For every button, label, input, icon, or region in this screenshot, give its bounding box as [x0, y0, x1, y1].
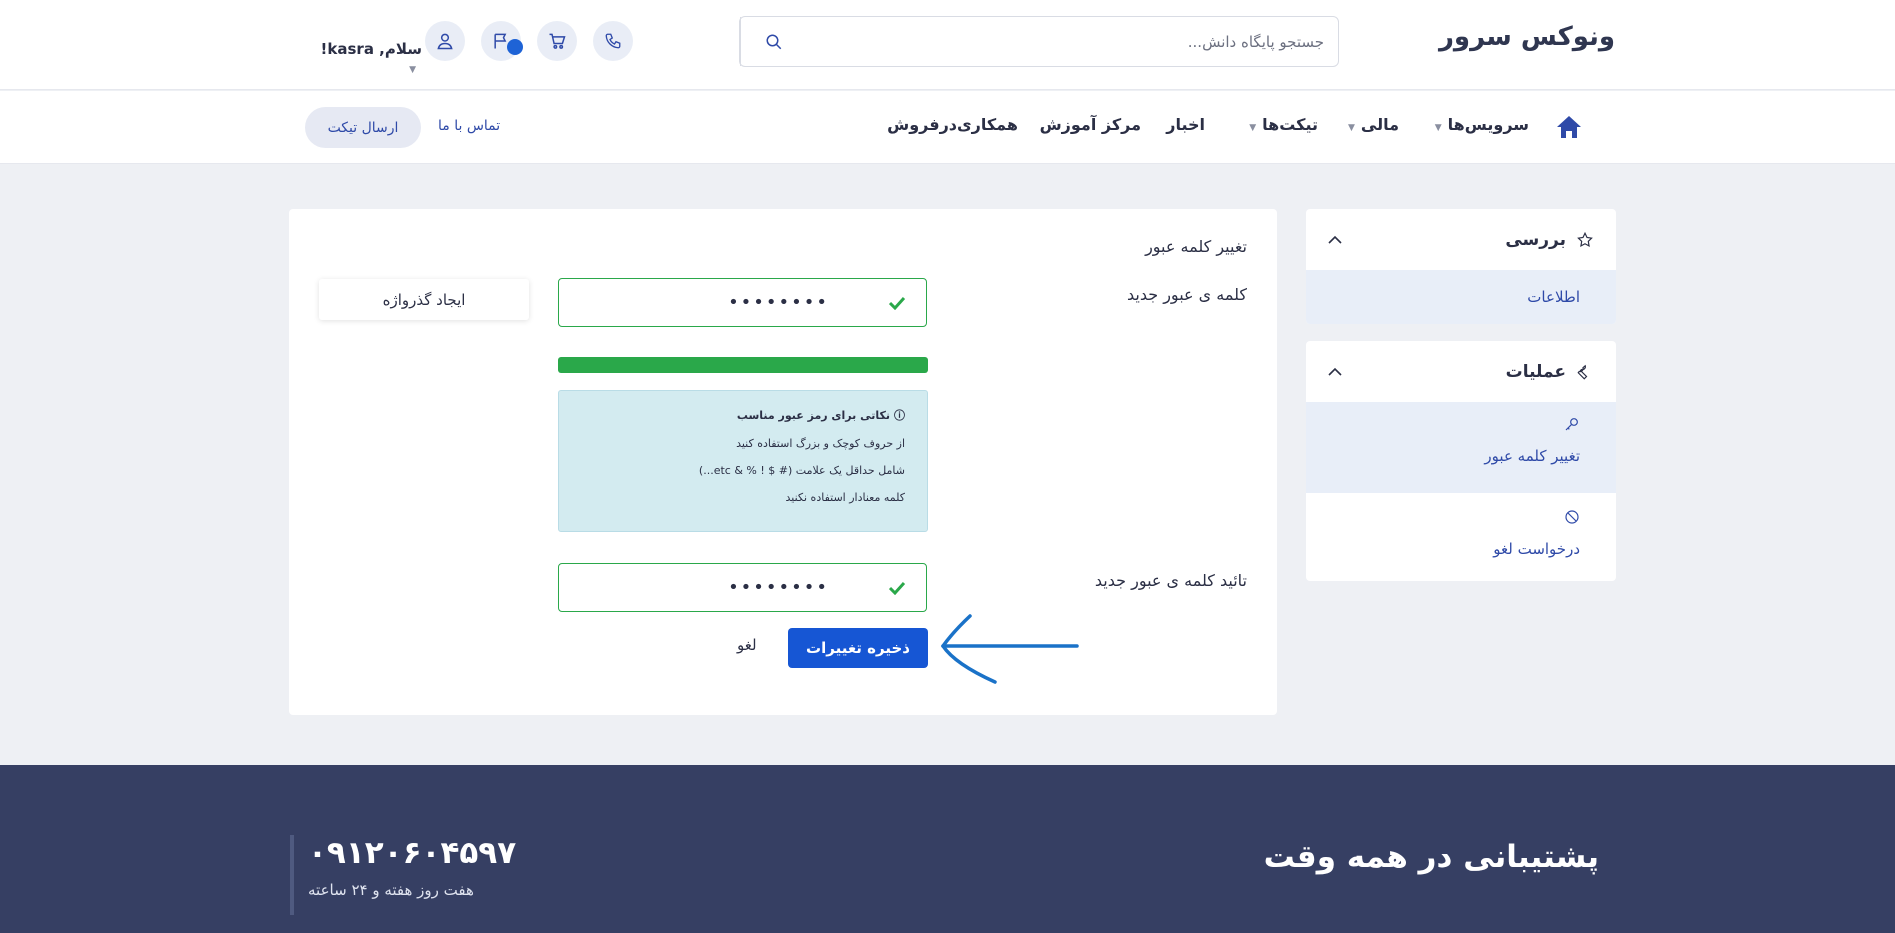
home-button[interactable]	[1555, 114, 1583, 144]
nav-tickets[interactable]: تیکت‌ها ▼	[1249, 115, 1318, 134]
info-icon: ⓘ	[894, 409, 905, 422]
sidebar-overview-panel: بررسی اطلاعات	[1306, 209, 1616, 324]
ban-icon	[1342, 509, 1580, 529]
change-password-card: تغییر کلمه عبور کلمه ی عبور جدید ایجاد گ…	[289, 209, 1277, 715]
footer-support-title: پشتیبانی در همه وقت	[1263, 839, 1599, 875]
tips-title: نکاتی برای رمز عبور مناسب	[736, 408, 890, 422]
generate-password-button[interactable]: ایجاد گذرواژه	[319, 279, 529, 320]
sidebar-overview-header[interactable]: بررسی	[1306, 209, 1616, 270]
password-strength-bar	[558, 357, 928, 373]
brand-logo[interactable]: ونوکس سرور	[1415, 22, 1615, 52]
chevron-down-icon: ▼	[1249, 123, 1257, 133]
nav-billing-label: مالی	[1360, 115, 1399, 134]
search-input[interactable]	[806, 17, 1338, 66]
tip-item: کلمه معنادار استفاده نکنید	[785, 491, 905, 504]
sidebar-item-label: اطلاعات	[1527, 288, 1580, 306]
sidebar-item-information[interactable]: اطلاعات	[1306, 270, 1616, 324]
footer: پشتیبانی در همه وقت ۰۹۱۲۰۶۰۴۵۹۷ هفت روز …	[0, 765, 1895, 933]
search-bar	[739, 16, 1339, 67]
nav-knowledgebase[interactable]: مرکز آموزش	[1040, 115, 1141, 134]
chevron-down-icon: ▼	[1434, 123, 1442, 133]
sidebar-item-cancellation[interactable]: درخواست لغو	[1306, 493, 1616, 581]
contact-link[interactable]: تماس با ما	[438, 118, 500, 134]
chevron-down-icon: ▼	[1347, 123, 1355, 133]
annotation-arrow	[940, 614, 1079, 684]
password-strength-fill	[558, 357, 928, 373]
sidebar-actions-header[interactable]: عملیات	[1306, 341, 1616, 402]
nav-billing[interactable]: مالی ▼	[1348, 115, 1399, 134]
sidebar-actions-panel: عملیات تغییر کلمه عبور درخواست لغو	[1306, 341, 1616, 581]
send-ticket-button[interactable]: ارسال تیکت	[305, 107, 421, 148]
nav-news[interactable]: اخبار	[1166, 115, 1205, 134]
new-password-field	[558, 278, 927, 327]
account-button[interactable]	[425, 21, 465, 61]
chevron-down-icon: ▼	[409, 65, 416, 75]
tip-item: از حروف کوچک و بزرگ استفاده کنید	[736, 437, 905, 450]
confirm-password-field	[558, 563, 927, 612]
sidebar-item-label: تغییر کلمه عبور	[1484, 447, 1580, 465]
greeting-text: سلام, kasra!	[320, 40, 422, 58]
sidebar-overview-title: بررسی	[1505, 229, 1566, 250]
search-icon	[766, 34, 781, 49]
user-icon	[437, 33, 453, 50]
phone-icon	[605, 33, 621, 49]
phone-button[interactable]	[593, 21, 633, 61]
new-password-input[interactable]	[569, 292, 829, 313]
cancel-link[interactable]: لغو	[737, 636, 757, 654]
confirm-password-label: تائید کلمه ی عبور جدید	[1094, 571, 1247, 590]
new-password-label: کلمه ی عبور جدید	[1126, 285, 1247, 304]
wrench-icon	[1577, 364, 1588, 380]
sidebar-item-label: درخواست لغو	[1493, 540, 1580, 558]
user-menu[interactable]: سلام, kasra! ▼	[312, 40, 422, 76]
chevron-up-icon	[1328, 235, 1342, 244]
support-hours: هفت روز هفته و ۲۴ ساعته	[308, 881, 474, 899]
check-icon	[888, 581, 906, 595]
save-changes-button[interactable]: ذخیره تغییرات	[788, 628, 928, 668]
nav-tickets-label: تیکت‌ها	[1262, 115, 1318, 134]
notification-badge	[507, 39, 523, 55]
chevron-up-icon	[1328, 367, 1342, 376]
search-button[interactable]	[740, 17, 806, 66]
support-phone-block: ۰۹۱۲۰۶۰۴۵۹۷ هفت روز هفته و ۲۴ ساعته	[290, 835, 516, 915]
key-icon	[1342, 416, 1580, 436]
tip-item: شامل حداقل یک علامت (# $ ! % & etc...)	[698, 464, 905, 477]
main-navigation: سرویس‌ها ▼ مالی ▼ تیکت‌ها ▼ اخبار مرکز آموز…	[0, 91, 1895, 164]
confirm-password-input[interactable]	[569, 577, 829, 598]
support-phone-number[interactable]: ۰۹۱۲۰۶۰۴۵۹۷	[308, 835, 516, 871]
nav-affiliates[interactable]: همکاری‌درفروش	[887, 115, 1018, 134]
nav-services[interactable]: سرویس‌ها ▼	[1435, 115, 1529, 134]
star-icon	[1577, 231, 1593, 247]
page-title: تغییر کلمه عبور	[1145, 237, 1247, 256]
top-header: ونوکس سرور سلام, kasra! ▼	[0, 0, 1895, 90]
cart-icon	[549, 33, 566, 49]
notifications-button[interactable]	[481, 21, 523, 61]
sidebar-actions-title: عملیات	[1505, 361, 1566, 382]
nav-services-label: سرویس‌ها	[1447, 115, 1529, 134]
sidebar-item-change-password[interactable]: تغییر کلمه عبور	[1306, 402, 1616, 493]
check-icon	[888, 296, 906, 310]
home-icon	[1557, 116, 1581, 138]
password-tips-box: ⓘ نکاتی برای رمز عبور مناسب از حروف کوچک…	[558, 390, 928, 532]
cart-button[interactable]	[537, 21, 577, 61]
